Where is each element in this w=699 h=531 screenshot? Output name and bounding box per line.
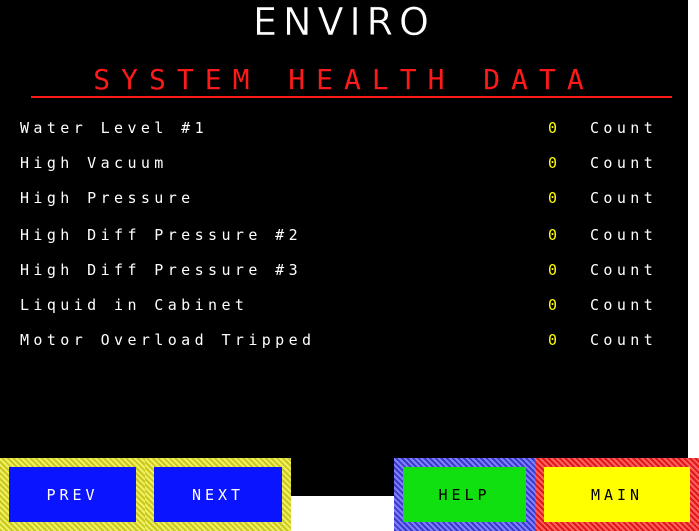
main-button[interactable]: MAIN bbox=[535, 458, 699, 531]
hmi-screen: ENVIRO SYSTEM HEALTH DATA Water Level #1… bbox=[0, 0, 699, 531]
subtitle-underline bbox=[31, 96, 672, 98]
page-title: ENVIRO bbox=[253, 0, 435, 44]
row-value: 0 bbox=[548, 261, 560, 279]
row-value: 0 bbox=[548, 154, 560, 172]
row-value: 0 bbox=[548, 331, 560, 349]
row-unit: Count bbox=[590, 154, 658, 172]
prev-button-label: PREV bbox=[9, 467, 136, 522]
row-unit: Count bbox=[590, 261, 658, 279]
help-button[interactable]: HELP bbox=[394, 458, 535, 531]
next-button-label: NEXT bbox=[154, 467, 282, 522]
health-row-high-vacuum: High Vacuum 0 Count bbox=[0, 152, 688, 174]
health-row-high-diff-pressure-3: High Diff Pressure #3 0 Count bbox=[0, 259, 688, 281]
health-row-motor-overload-tripped: Motor Overload Tripped 0 Count bbox=[0, 329, 688, 351]
prev-button[interactable]: PREV bbox=[0, 458, 145, 531]
row-label: Motor Overload Tripped bbox=[20, 331, 316, 349]
row-label: High Diff Pressure #3 bbox=[20, 261, 303, 279]
main-button-label: MAIN bbox=[544, 467, 690, 522]
row-label: High Pressure bbox=[20, 189, 195, 207]
help-button-label: HELP bbox=[403, 467, 526, 522]
row-value: 0 bbox=[548, 189, 560, 207]
row-unit: Count bbox=[590, 296, 658, 314]
row-value: 0 bbox=[548, 226, 560, 244]
row-unit: Count bbox=[590, 189, 658, 207]
page-subtitle: SYSTEM HEALTH DATA bbox=[93, 63, 595, 96]
health-row-high-diff-pressure-2: High Diff Pressure #2 0 Count bbox=[0, 224, 688, 246]
row-unit: Count bbox=[590, 119, 658, 137]
row-label: Liquid in Cabinet bbox=[20, 296, 249, 314]
row-value: 0 bbox=[548, 296, 560, 314]
row-unit: Count bbox=[590, 226, 658, 244]
row-value: 0 bbox=[548, 119, 560, 137]
health-row-liquid-in-cabinet: Liquid in Cabinet 0 Count bbox=[0, 294, 688, 316]
row-label: High Diff Pressure #2 bbox=[20, 226, 303, 244]
row-label: Water Level #1 bbox=[20, 119, 209, 137]
row-label: High Vacuum bbox=[20, 154, 168, 172]
next-button[interactable]: NEXT bbox=[145, 458, 291, 531]
health-row-water-level-1: Water Level #1 0 Count bbox=[0, 117, 688, 139]
row-unit: Count bbox=[590, 331, 658, 349]
display-panel: ENVIRO SYSTEM HEALTH DATA Water Level #1… bbox=[0, 0, 688, 496]
health-row-high-pressure: High Pressure 0 Count bbox=[0, 187, 688, 209]
